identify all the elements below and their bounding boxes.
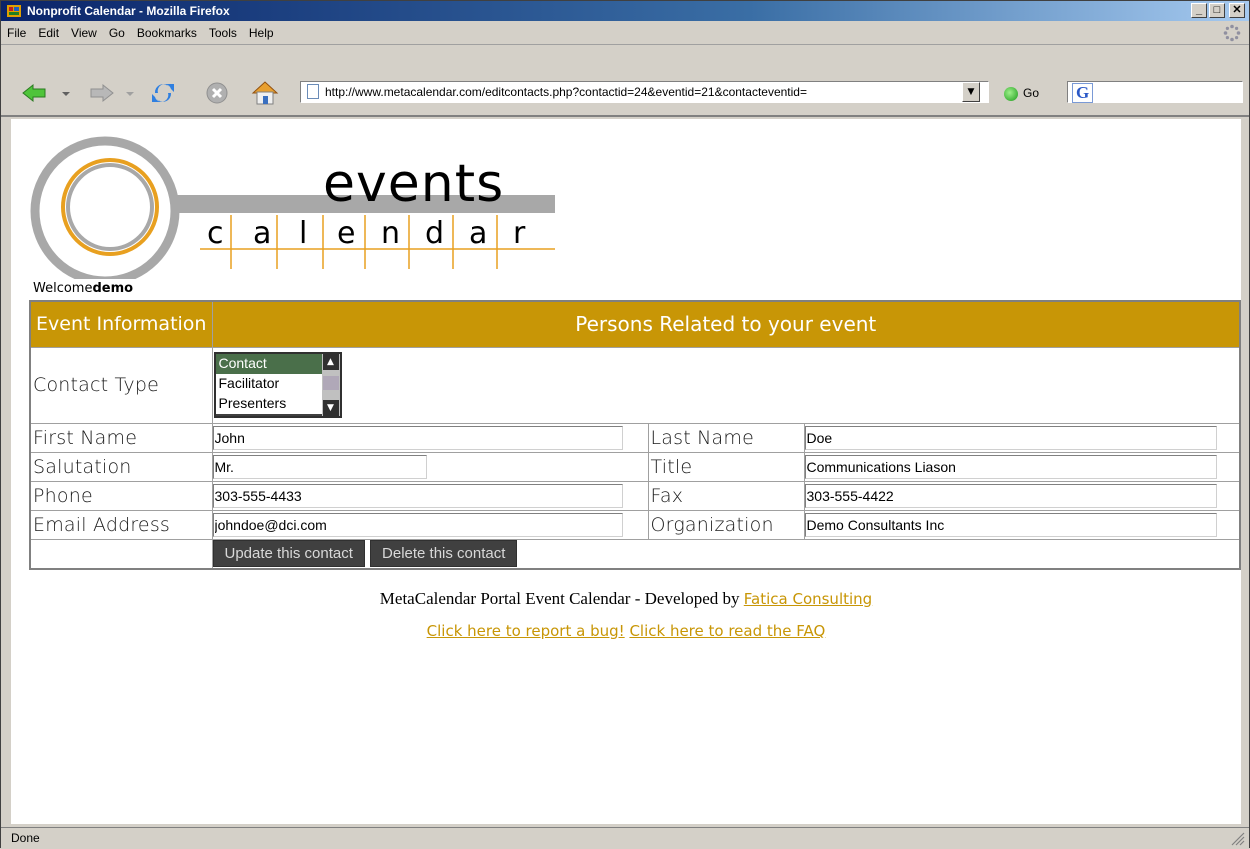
contact-type-label: Contact Type <box>29 346 213 424</box>
menu-edit[interactable]: Edit <box>32 21 65 45</box>
minimize-button[interactable]: _ <box>1191 3 1207 18</box>
action-buttons-cell: Update this contact Delete this contact <box>211 538 1241 570</box>
organization-field[interactable] <box>804 512 1217 537</box>
delete-contact-button[interactable]: Delete this contact <box>370 540 518 568</box>
report-bug-link[interactable]: Click here to report a bug! <box>427 622 625 640</box>
title-bar: Nonprofit Calendar - Mozilla Firefox _ □… <box>1 1 1249 21</box>
events-calendar-logo: events c a l e n d a r <box>30 136 555 279</box>
footer-links: Click here to report a bug! Click here t… <box>11 622 1241 640</box>
navigation-toolbar: http://www.metacalendar.com/editcontacts… <box>1 46 1249 117</box>
contact-form-table: Event Information Persons Related to you… <box>29 300 1241 570</box>
scroll-thumb[interactable] <box>322 376 339 390</box>
home-icon[interactable] <box>249 79 281 107</box>
svg-text:d: d <box>425 216 444 251</box>
footer-text: MetaCalendar Portal Event Calendar - Dev… <box>379 589 744 608</box>
menu-tools[interactable]: Tools <box>203 21 243 45</box>
footer-credit: MetaCalendar Portal Event Calendar - Dev… <box>11 589 1241 609</box>
first-name-field[interactable] <box>212 425 623 450</box>
empty-cell <box>29 538 213 570</box>
welcome-message: Welcomedemo <box>33 281 133 296</box>
contact-type-option-contact[interactable]: Contact <box>215 354 322 374</box>
svg-text:a: a <box>469 216 487 251</box>
reload-icon[interactable] <box>147 79 179 107</box>
menu-file[interactable]: File <box>1 21 32 45</box>
forward-dropdown-icon[interactable] <box>123 79 137 107</box>
browser-window: Nonprofit Calendar - Mozilla Firefox _ □… <box>0 0 1250 849</box>
menu-view[interactable]: View <box>65 21 103 45</box>
contact-type-option-facilitator[interactable]: Facilitator <box>215 374 322 394</box>
svg-text:c: c <box>207 216 224 251</box>
welcome-username: demo <box>92 281 134 296</box>
fax-label: Fax <box>647 480 805 511</box>
window-title: Nonprofit Calendar - Mozilla Firefox <box>27 4 230 18</box>
svg-text:n: n <box>381 216 400 251</box>
update-contact-button[interactable]: Update this contact <box>212 540 365 568</box>
stop-icon[interactable] <box>201 79 233 107</box>
throbber-icon <box>1223 24 1241 42</box>
salutation-label: Salutation <box>29 451 213 482</box>
maximize-button[interactable]: □ <box>1209 3 1225 18</box>
search-input[interactable]: G <box>1067 81 1243 103</box>
firefox-app-icon <box>7 5 21 17</box>
status-text: Done <box>11 831 40 845</box>
menu-bookmarks[interactable]: Bookmarks <box>131 21 203 45</box>
header-event-information[interactable]: Event Information <box>29 300 213 348</box>
contact-type-option-presenters[interactable]: Presenters <box>215 394 322 414</box>
welcome-prefix: Welcome <box>33 281 93 296</box>
address-dropdown-button[interactable]: ▼ <box>962 82 980 102</box>
phone-label: Phone <box>29 480 213 511</box>
contact-type-listbox[interactable]: Contact Facilitator Presenters ▲ ▼ <box>213 352 342 418</box>
organization-label: Organization <box>647 509 805 540</box>
forward-arrow-icon[interactable] <box>85 79 117 107</box>
svg-text:r: r <box>513 216 526 251</box>
scroll-down-icon[interactable]: ▼ <box>322 400 339 416</box>
back-dropdown-icon[interactable] <box>59 79 73 107</box>
salutation-field[interactable] <box>212 454 427 479</box>
fatica-consulting-link[interactable]: Fatica Consulting <box>744 590 872 608</box>
status-bar: Done <box>1 827 1249 849</box>
resize-grip-icon[interactable] <box>1231 832 1245 846</box>
address-bar[interactable]: http://www.metacalendar.com/editcontacts… <box>300 81 989 103</box>
svg-text:l: l <box>299 216 307 251</box>
last-name-field[interactable] <box>804 425 1217 450</box>
title-field[interactable] <box>804 454 1217 479</box>
menu-go[interactable]: Go <box>103 21 131 45</box>
close-button[interactable]: ✕ <box>1229 3 1245 18</box>
go-button[interactable]: Go <box>1001 83 1039 103</box>
phone-field[interactable] <box>212 483 623 508</box>
read-faq-link[interactable]: Click here to read the FAQ <box>629 622 825 640</box>
header-persons-related: Persons Related to your event <box>211 300 1241 348</box>
page-content: events c a l e n d a r Welcomedemo Event… <box>11 119 1241 824</box>
menu-help[interactable]: Help <box>243 21 280 45</box>
title-label: Title <box>647 451 805 482</box>
google-search-icon[interactable]: G <box>1072 83 1094 103</box>
last-name-label: Last Name <box>647 422 805 453</box>
page-icon <box>307 84 319 99</box>
scroll-up-icon[interactable]: ▲ <box>322 354 339 370</box>
svg-text:a: a <box>253 216 271 251</box>
contact-type-cell: Contact Facilitator Presenters ▲ ▼ <box>211 346 1241 424</box>
svg-text:e: e <box>337 216 355 251</box>
email-label: Email Address <box>29 509 213 540</box>
first-name-label: First Name <box>29 422 213 453</box>
svg-text:events: events <box>323 154 504 214</box>
email-field[interactable] <box>212 512 623 537</box>
listbox-scrollbar[interactable]: ▲ ▼ <box>321 354 340 416</box>
back-arrow-icon[interactable] <box>19 79 51 107</box>
fax-field[interactable] <box>804 483 1217 508</box>
menu-bar: File Edit View Go Bookmarks Tools Help <box>1 21 1249 45</box>
